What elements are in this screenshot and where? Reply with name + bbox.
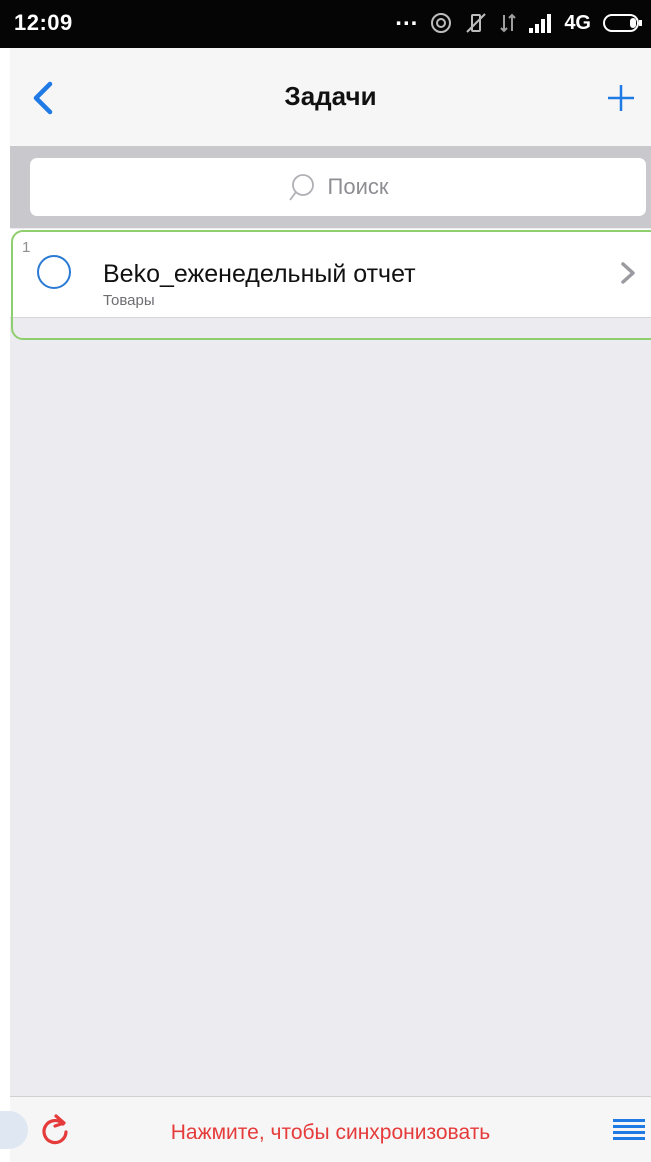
chevron-right-icon <box>621 262 635 284</box>
menu-button[interactable] <box>613 1117 645 1143</box>
task-row[interactable]: 1 Beko_еженедельный отчет Товары <box>10 229 651 318</box>
sync-prompt[interactable]: Нажмите, чтобы синхронизовать <box>10 1121 651 1145</box>
task-title: Beko_еженедельный отчет <box>103 260 416 288</box>
search-icon <box>288 174 314 201</box>
add-task-button[interactable] <box>601 78 641 118</box>
search-bar: Поиск <box>10 146 651 228</box>
page-title: Задачи <box>284 81 377 111</box>
search-placeholder: Поиск <box>327 174 389 199</box>
plus-icon <box>608 85 634 111</box>
battery-icon <box>603 13 643 33</box>
status-dots: ... <box>395 4 419 31</box>
task-number: 1 <box>22 239 31 256</box>
task-checkbox[interactable] <box>37 255 71 289</box>
nav-bar: Задачи <box>10 48 651 146</box>
signal-icon <box>528 13 552 33</box>
left-edge <box>0 48 10 1162</box>
app-screen: 12:09 ... 4G Задачи Поиск 1 Beko_еженеде… <box>0 0 651 1162</box>
bottom-toolbar: Нажмите, чтобы синхронизовать <box>0 1096 651 1162</box>
task-subtitle: Товары <box>103 292 155 309</box>
vibrate-off-icon <box>464 11 488 35</box>
status-time: 12:09 <box>14 10 73 35</box>
data-transfer-icon <box>500 12 517 34</box>
status-bar: 12:09 ... 4G <box>0 0 651 48</box>
network-type: 4G <box>564 11 591 34</box>
menu-icon <box>613 1119 645 1140</box>
status-icons: ... 4G <box>395 4 643 38</box>
hotspot-icon <box>430 12 452 34</box>
search-input[interactable]: Поиск <box>30 158 646 216</box>
task-list: 1 Beko_еженедельный отчет Товары <box>10 229 651 318</box>
